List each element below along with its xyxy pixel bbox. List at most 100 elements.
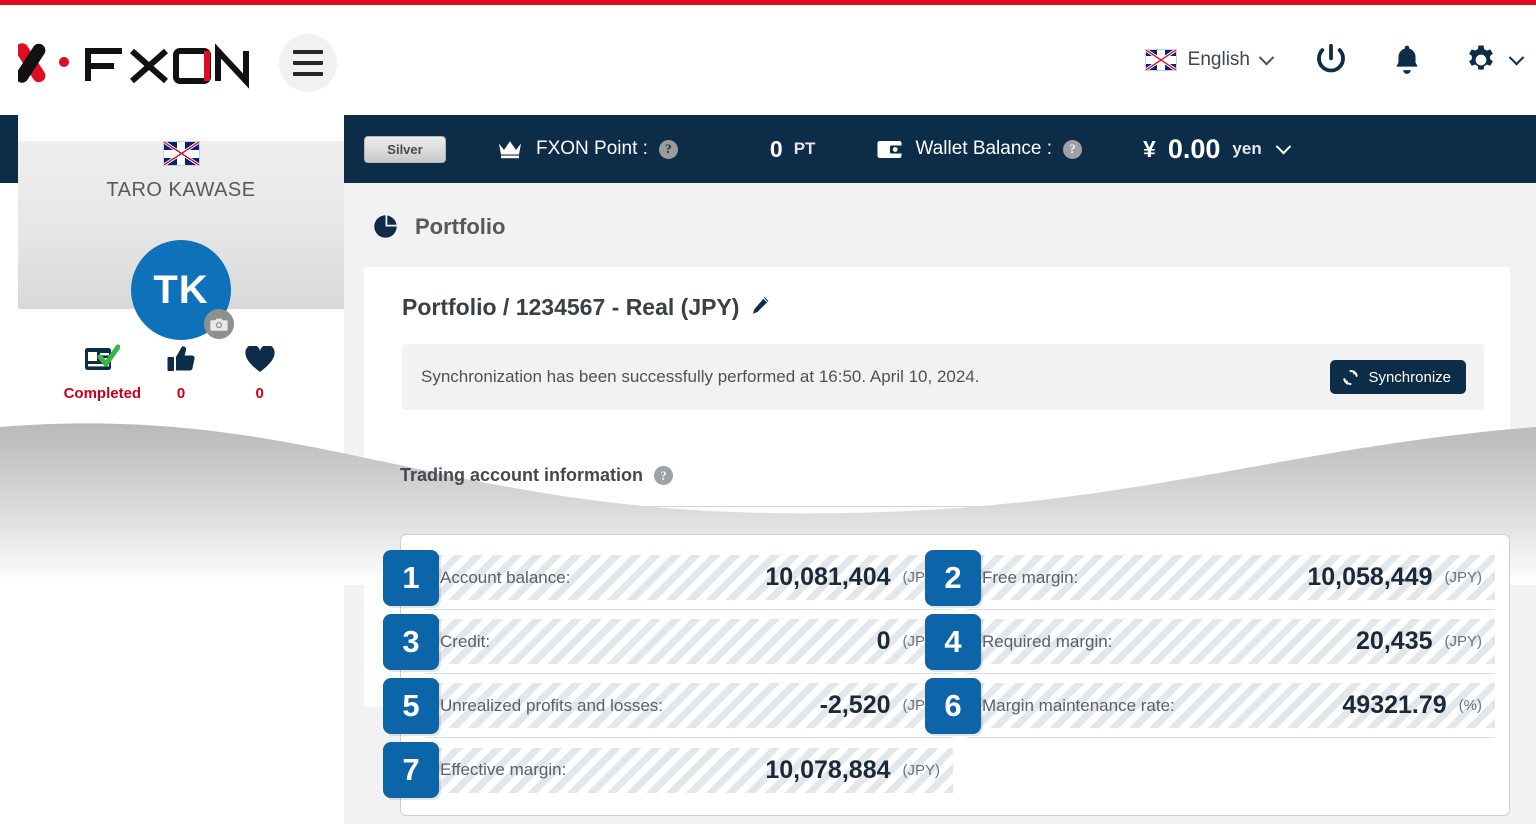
pencil-icon [753, 297, 769, 314]
profile-name: TARO KAWASE [106, 179, 256, 201]
avatar-wrapper[interactable]: TK [131, 240, 234, 340]
metrics-column-right: 2 Free margin: 10,058,449 (JPY) 4 Requir… [925, 546, 1495, 802]
wallet-currency-symbol: ¥ [1143, 135, 1156, 162]
metric-value: 10,078,884 [765, 755, 891, 784]
metric-label: Margin maintenance rate: [982, 695, 1175, 715]
wallet-balance-value: 0.00 [1167, 133, 1221, 164]
language-selector[interactable]: English [1144, 49, 1275, 71]
thumbs-up-icon [142, 340, 221, 374]
metric-badge: 1 [383, 549, 439, 606]
wallet-balance-value-block[interactable]: ¥ 0.00 yen [1143, 133, 1291, 165]
metric-value: 10,058,449 [1307, 563, 1433, 591]
crown-icon [499, 140, 521, 158]
hamburger-icon [293, 50, 323, 54]
metric-label: Required margin: [982, 631, 1113, 651]
heart-icon [220, 340, 299, 374]
metric-row-empty [967, 738, 1495, 802]
stat-label: 0 [176, 385, 186, 402]
trading-account-section: Trading account information ? 1 Account … [344, 465, 1536, 816]
refresh-icon [1343, 369, 1359, 385]
power-icon [1317, 43, 1345, 73]
fxon-logo[interactable] [15, 35, 258, 91]
fxon-point-help-icon[interactable]: ? [658, 139, 678, 159]
bell-icon [1396, 45, 1418, 74]
metric-row: 1 Account balance: 10,081,404 (JPY) [383, 546, 953, 610]
synchronize-button[interactable]: Synchronize [1330, 360, 1466, 394]
fxon-point-label: FXON Point : [536, 138, 648, 159]
metric-row: 3 Credit: 0 (JPY) [383, 610, 953, 674]
profile-stats: Completed 0 0 [18, 340, 344, 402]
stat-verification[interactable]: Completed [63, 340, 142, 402]
trading-account-title-row: Trading account information ? [382, 465, 1510, 486]
camera-icon [210, 318, 228, 331]
profile-country-flag [162, 141, 200, 166]
portfolio-account-title: Portfolio / 1234567 - Real (JPY) [402, 294, 740, 320]
wallet-icon [877, 140, 903, 158]
uk-flag-icon [1144, 49, 1177, 71]
metric-badge: 2 [925, 549, 981, 606]
app-root: English TARO KAWASE TK Completed 0 0 Sil… [0, 0, 1536, 824]
avatar-upload-button[interactable] [204, 309, 234, 339]
wallet-balance-unit: yen [1232, 139, 1262, 158]
metric-badge: 3 [383, 613, 439, 670]
hamburger-icon [293, 61, 323, 65]
metric-unit: (%) [1458, 697, 1482, 714]
fxon-point-block: FXON Point : ? [498, 138, 678, 160]
metric-badge: 7 [383, 742, 439, 798]
page-title: Portfolio [415, 213, 506, 239]
stat-favorites[interactable]: 0 [220, 340, 299, 402]
power-button[interactable] [1312, 41, 1350, 79]
header-actions: English [1144, 5, 1525, 115]
settings-button[interactable] [1464, 43, 1525, 77]
edit-portfolio-button[interactable] [751, 294, 770, 321]
wallet-balance-help-icon[interactable]: ? [1063, 139, 1083, 159]
metric-label: Effective margin: [440, 760, 567, 779]
language-label: English [1187, 49, 1250, 70]
sidebar: TARO KAWASE TK Completed 0 0 [18, 115, 344, 824]
metric-label: Account balance: [440, 567, 571, 587]
chevron-down-icon [1258, 49, 1275, 65]
metric-value: 20,435 [1356, 627, 1433, 655]
gear-icon [1469, 45, 1493, 70]
metric-label: Free margin: [982, 567, 1079, 587]
metric-row: 2 Free margin: 10,058,449 (JPY) [925, 546, 1495, 610]
page-header: Portfolio [344, 183, 1536, 240]
fxon-point-value: 0 [769, 135, 783, 162]
fxon-point-value-block: 0 PT [770, 136, 816, 163]
metric-badge: 6 [925, 677, 981, 734]
notifications-button[interactable] [1391, 42, 1423, 78]
avatar-initials: TK [153, 267, 209, 312]
metric-row: 6 Margin maintenance rate: 49321.79 (%) [925, 674, 1495, 738]
pie-chart-icon [374, 215, 397, 238]
metric-row: 7 Effective margin: 10,078,884 (JPY) [383, 738, 953, 802]
metric-value: -2,520 [819, 691, 891, 719]
divider [400, 506, 1510, 507]
sync-status-banner: Synchronization has been successfully pe… [402, 344, 1484, 410]
hamburger-menu-button[interactable] [279, 34, 337, 92]
wallet-balance-block: Wallet Balance : ? [877, 138, 1083, 160]
wallet-balance-label: Wallet Balance : [915, 138, 1053, 159]
id-card-check-icon [63, 340, 142, 374]
stat-likes[interactable]: 0 [142, 340, 221, 402]
metric-value: 49321.79 [1342, 691, 1447, 719]
metric-label: Credit: [440, 631, 491, 651]
sync-status-message: Synchronization has been successfully pe… [421, 367, 980, 386]
trading-account-help-icon[interactable]: ? [654, 466, 674, 485]
metric-value: 0 [876, 627, 891, 655]
metric-badge: 4 [925, 613, 981, 670]
account-ticker-bar: Silver FXON Point : ? 0 PT Wallet Balanc… [344, 115, 1536, 183]
hamburger-icon [293, 72, 323, 76]
metric-unit: (JPY) [1444, 569, 1483, 586]
metric-unit: (JPY) [1444, 633, 1483, 650]
top-accent-bar [0, 0, 1536, 5]
stat-label: 0 [255, 385, 264, 402]
trading-account-title: Trading account information [400, 465, 644, 485]
metrics-column-left: 1 Account balance: 10,081,404 (JPY) 3 Cr… [383, 546, 953, 802]
membership-rank-chip[interactable]: Silver [364, 135, 446, 163]
sidebar-navy-edge [0, 115, 18, 183]
app-header: English [0, 5, 1536, 115]
stat-label: Completed [63, 385, 142, 402]
metric-label: Unrealized profits and losses: [440, 695, 664, 715]
card-header: Portfolio / 1234567 - Real (JPY) [364, 267, 1510, 321]
metric-value: 10,081,404 [765, 563, 891, 591]
